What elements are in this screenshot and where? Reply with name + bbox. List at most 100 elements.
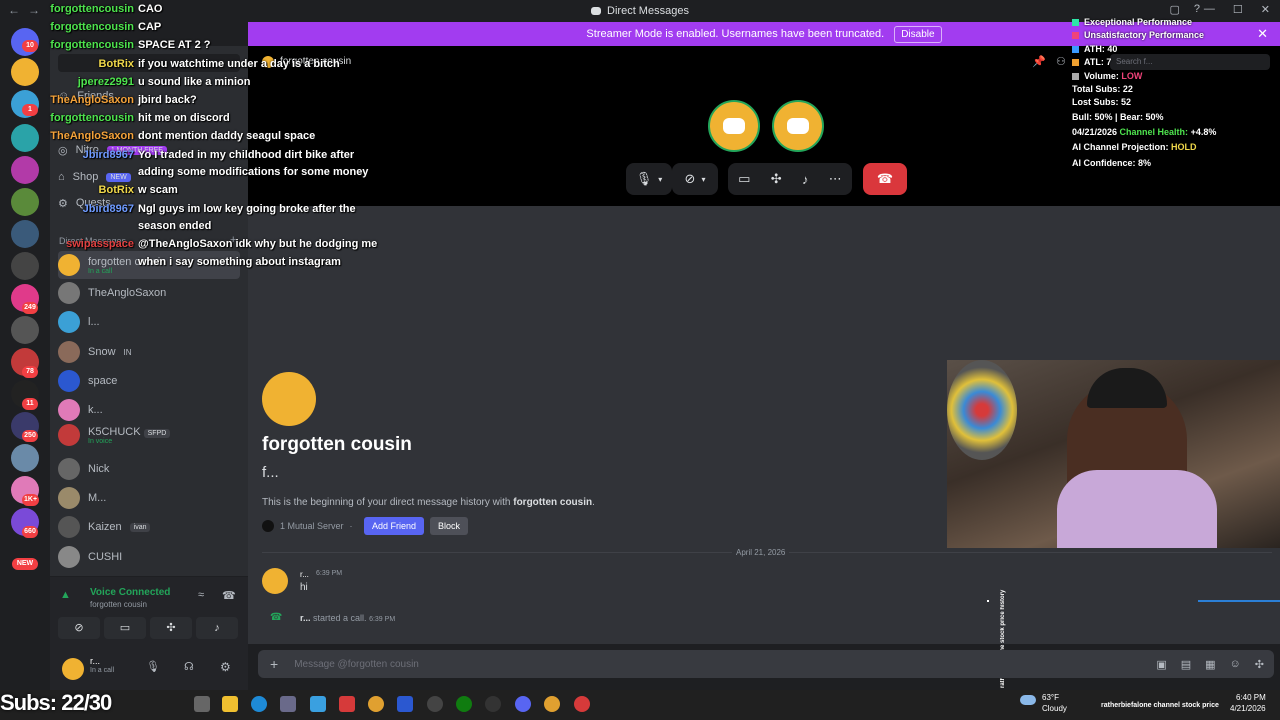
gift-icon[interactable]: ▣ (1156, 658, 1166, 671)
dm-item[interactable]: Snow IN (58, 338, 240, 366)
store-icon[interactable] (280, 696, 296, 712)
server-icon[interactable] (11, 316, 39, 344)
microphone-icon[interactable]: 🎙 (146, 660, 160, 673)
dm-item[interactable]: k... (58, 396, 240, 424)
add-attachment-icon[interactable]: + (270, 656, 278, 672)
help-icon[interactable]: ? (1194, 3, 1200, 16)
clock-time[interactable]: 6:40 PM (1236, 693, 1266, 702)
disable-streamer-button[interactable]: Disable (894, 25, 942, 43)
message-input[interactable]: Message @forgotten cousin (294, 659, 419, 670)
word-icon[interactable] (397, 696, 413, 712)
task-view-icon[interactable] (194, 696, 210, 712)
avatar[interactable] (62, 658, 84, 680)
chat-message: hit me on discord (138, 112, 230, 125)
weather-desc[interactable]: Cloudy (1042, 704, 1067, 713)
dm-item[interactable]: Kaizen ivan (58, 513, 240, 541)
close-window-icon[interactable]: ✕ (1261, 3, 1270, 16)
message-author[interactable]: r... (300, 570, 309, 579)
soundboard-icon[interactable]: ♪ (802, 172, 809, 187)
dm-tag: ivan (129, 522, 151, 532)
noise-suppression-icon[interactable]: ≈ (198, 589, 204, 601)
dm-name: CUSHI (88, 551, 123, 563)
ticker-bottom-label: ratherbiefalone channel stock price (1101, 702, 1219, 709)
mute-button[interactable]: 🎙 ▾ (626, 163, 672, 195)
chat-message: @TheAngloSaxon idk why but he dodging me (138, 238, 378, 251)
mutual-server[interactable]: 1 Mutual Server · (262, 520, 353, 532)
block-button[interactable]: Block (430, 517, 469, 535)
obs-icon[interactable] (427, 696, 443, 712)
maximize-icon[interactable]: ☐ (1233, 3, 1243, 16)
more-options-icon[interactable]: ⋯ (829, 171, 842, 187)
chrome-icon[interactable] (544, 696, 560, 712)
dm-item[interactable]: TheAngloSaxon (58, 279, 240, 307)
dm-item[interactable]: M... (58, 484, 240, 512)
app-icon[interactable] (485, 696, 501, 712)
xbox-icon[interactable] (456, 696, 472, 712)
edge-icon[interactable] (251, 696, 267, 712)
screen-share-icon[interactable]: ▭ (738, 171, 750, 187)
dm-item[interactable]: K5CHUCK SFPD In voice (58, 421, 240, 449)
activities-icon[interactable]: ✣ (150, 617, 192, 639)
avatar (58, 399, 80, 421)
settings-gear-icon[interactable]: ⚙ (220, 660, 231, 674)
disconnect-icon[interactable]: ☎ (222, 589, 236, 602)
activities-icon[interactable]: ✣ (771, 171, 782, 187)
health-row: 04/21/2026 Channel Health: +4.8% (1072, 127, 1216, 137)
sticker-icon[interactable]: ▦ (1205, 658, 1215, 671)
system-author: r... (300, 613, 311, 623)
headphones-icon[interactable]: ☊ (184, 660, 194, 673)
taskbar (0, 690, 1280, 720)
pin-icon[interactable]: 📌 (1032, 55, 1046, 68)
copilot-icon[interactable] (310, 696, 326, 712)
voice-panel: ▲ Voice Connected forgotten cousin ≈ ☎ ⊘… (50, 576, 248, 648)
dm-item[interactable]: CUSHI (58, 543, 240, 571)
file-explorer-icon[interactable] (222, 696, 238, 712)
microphone-icon: 🎙 (635, 171, 653, 186)
emoji-icon[interactable]: ☺ (1230, 658, 1241, 671)
volume-label: Volume: (1084, 71, 1122, 81)
avatar[interactable] (262, 568, 288, 594)
back-forward-icons[interactable]: ←→ (8, 3, 48, 17)
call-participant-avatar[interactable] (708, 100, 760, 152)
camera-off-icon[interactable]: ⊘ (58, 617, 100, 639)
add-member-icon[interactable]: ⚇ (1056, 55, 1066, 68)
server-icon[interactable] (11, 124, 39, 152)
dm-item[interactable]: l... (58, 308, 240, 336)
server-icon[interactable] (11, 444, 39, 472)
server-icon[interactable] (11, 220, 39, 248)
profile-name: forgotten cousin (262, 434, 412, 455)
ath-row: ATH: 40 (1072, 44, 1117, 54)
map-pin-icon[interactable] (574, 696, 590, 712)
camera-button[interactable]: ⊘ ▾ (672, 163, 718, 195)
server-icon[interactable] (11, 252, 39, 280)
clock-date[interactable]: 4/21/2026 (1230, 704, 1266, 713)
dm-item[interactable]: Nick (58, 455, 240, 483)
dm-name: k... (88, 404, 103, 416)
leave-call-button[interactable]: ☎ (863, 163, 907, 195)
server-icon[interactable] (11, 188, 39, 216)
streamer-cap (1087, 368, 1167, 408)
call-participant-avatar[interactable] (772, 100, 824, 152)
legend-swatch (1072, 32, 1079, 40)
pdf-icon[interactable] (339, 696, 355, 712)
dm-item[interactable]: space (58, 367, 240, 395)
chrome-icon[interactable] (368, 696, 384, 712)
server-icon[interactable] (11, 156, 39, 184)
inbox-icon[interactable]: ▢ (1169, 3, 1179, 16)
apps-icon[interactable]: ✣ (1255, 658, 1264, 671)
close-icon[interactable]: ✕ (1257, 26, 1268, 42)
dm-name: l... (88, 316, 100, 328)
weather-temp[interactable]: 63°F (1042, 693, 1059, 702)
legend-swatch (1072, 59, 1079, 67)
gif-icon[interactable]: ▤ (1181, 658, 1191, 671)
search-input[interactable]: Search f... (1110, 54, 1270, 70)
add-friend-button[interactable]: Add Friend (364, 517, 425, 535)
unread-badge: 1 (22, 104, 38, 116)
discord-icon[interactable] (515, 696, 531, 712)
server-icon[interactable] (11, 58, 39, 86)
soundboard-icon[interactable]: ♪ (196, 617, 238, 639)
screen-share-icon[interactable]: ▭ (104, 617, 146, 639)
message-composer[interactable]: + Message @forgotten cousin ▣ ▤ ▦ ☺ ✣ (258, 650, 1274, 678)
minimize-icon[interactable]: — (1204, 3, 1215, 16)
window-title: Direct Messages (607, 5, 689, 17)
